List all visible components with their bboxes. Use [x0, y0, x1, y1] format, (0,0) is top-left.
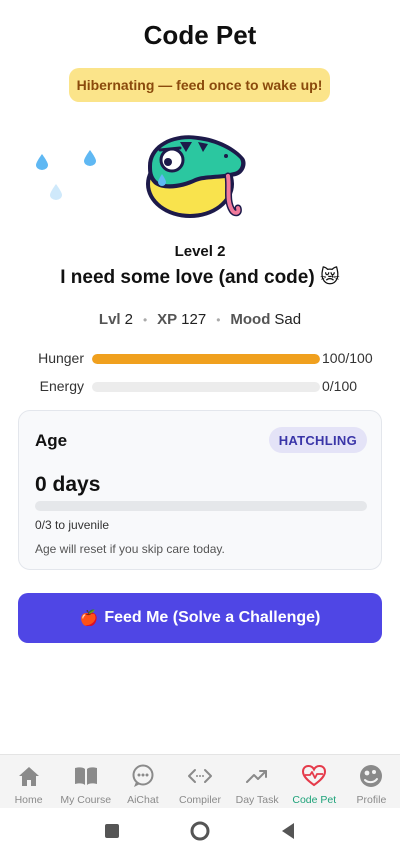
pet-mood-message: I need some love (and code) 😿: [60, 267, 340, 288]
hunger-bar-fill: [92, 354, 320, 364]
recents-icon: [105, 824, 119, 838]
pet-stats: Lvl 2 • XP 127 • Mood Sad: [0, 311, 400, 328]
mood-key: Mood: [230, 311, 271, 328]
age-heading: Age: [35, 431, 68, 450]
age-progress-text: 0/3 to juvenile: [35, 518, 110, 532]
stage-badge: HATCHLING: [268, 427, 367, 453]
energy-bar: [92, 382, 320, 392]
home-system-button[interactable]: [156, 821, 244, 841]
age-days: 0 days: [35, 473, 101, 496]
nav-label-aichat: AiChat: [127, 794, 159, 806]
sleeping-snake-mascot-icon: [146, 135, 246, 218]
nav-label-profile: Profile: [356, 794, 387, 806]
energy-value: 0/100: [322, 378, 358, 394]
profile-icon: [360, 765, 383, 787]
separator-dot: •: [216, 312, 221, 327]
nav-item-day-task[interactable]: Day Task: [229, 755, 286, 808]
tear-drop-icon: [84, 150, 96, 166]
back-button[interactable]: [244, 822, 332, 840]
chat-icon: [132, 764, 154, 787]
nav-label-my-course: My Course: [60, 794, 112, 806]
nav-label-compiler: Compiler: [178, 794, 221, 806]
age-card: Age HATCHLING 0 days 0/3 to juvenile Age…: [18, 410, 382, 570]
nav-item-compiler[interactable]: Compiler: [171, 755, 228, 808]
system-navigation-bar: [0, 808, 400, 854]
tear-drop-icon: [50, 184, 62, 200]
hunger-label: Hunger: [38, 350, 84, 366]
home-circle-icon: [190, 821, 210, 841]
code-icon: [187, 769, 212, 783]
hibernation-banner: Hibernating — feed once to wake up!: [69, 68, 330, 102]
nav-label-day-task: Day Task: [235, 794, 279, 806]
back-icon: [282, 823, 294, 839]
recents-button[interactable]: [68, 823, 156, 839]
nav-item-code-pet[interactable]: Code Pet: [286, 755, 343, 808]
mood-value: Sad: [274, 311, 302, 328]
tear-drop-icon: [36, 154, 48, 170]
energy-label: Energy: [39, 378, 84, 394]
xp-key: XP: [157, 311, 178, 328]
book-icon: [74, 767, 97, 785]
home-icon: [18, 767, 39, 786]
nav-label-code-pet: Code Pet: [292, 794, 337, 806]
pet-level-label: Level 2: [174, 243, 226, 260]
hunger-bar-row: Hunger 100/100: [0, 349, 400, 369]
nav-label-home: Home: [14, 794, 43, 806]
xp-value: 127: [181, 311, 207, 328]
feed-me-button[interactable]: 🍎 Feed Me (Solve a Challenge): [18, 593, 382, 643]
age-reset-note: Age will reset if you skip care today.: [35, 542, 225, 556]
age-progress-bar: [35, 501, 367, 511]
heart-pulse-icon: [302, 764, 327, 787]
page-title: Code Pet: [143, 20, 257, 50]
level-value: 2: [124, 311, 133, 328]
nav-item-profile[interactable]: Profile: [343, 755, 400, 808]
nav-item-home[interactable]: Home: [0, 755, 57, 808]
energy-bar-row: Energy 0/100: [0, 377, 400, 397]
separator-dot: •: [142, 312, 148, 327]
apple-icon: 🍎: [79, 610, 99, 627]
hunger-value: 100/100: [322, 350, 373, 366]
trend-icon: [246, 770, 268, 783]
bottom-navigation: Home My Course AiChat Compiler Day Task: [0, 754, 400, 808]
pet-display: [0, 120, 400, 230]
nav-item-my-course[interactable]: My Course: [57, 755, 114, 808]
hunger-bar: [92, 354, 320, 364]
nav-item-aichat[interactable]: AiChat: [114, 755, 171, 808]
level-key: Lvl: [98, 311, 121, 328]
feed-me-label: Feed Me (Solve a Challenge): [104, 609, 321, 626]
